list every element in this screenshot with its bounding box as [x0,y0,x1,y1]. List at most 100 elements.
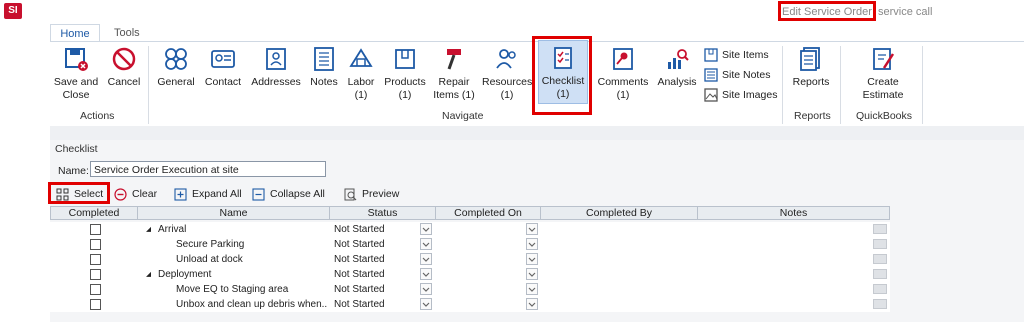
reports-icon [800,47,820,71]
tab-tools[interactable]: Tools [114,24,140,42]
completed-on-dropdown[interactable] [526,238,538,250]
status-dropdown-arrow[interactable] [420,298,432,310]
site-items-button[interactable]: Site Items [704,48,769,62]
cancel-label: Cancel [107,76,141,88]
notes-button[interactable]: Notes [306,42,342,89]
repair-items-label: Repair Items (1) [433,76,475,101]
chevron-down-icon [422,242,430,247]
preview-button[interactable]: Preview [344,186,399,202]
products-button[interactable]: Products (1) [382,42,428,102]
completed-checkbox[interactable] [90,269,101,280]
table-row[interactable]: Unbox and clean up debris when... Not Sta… [50,297,890,312]
column-header-completed-on[interactable]: Completed On [435,206,541,220]
contact-button[interactable]: Contact [200,42,246,89]
notes-button[interactable] [873,299,887,309]
completed-on-dropdown[interactable] [526,298,538,310]
column-header-name[interactable]: Name [137,206,330,220]
status-dropdown-arrow[interactable] [420,223,432,235]
collapse-all-button[interactable]: Collapse All [252,186,325,202]
completed-checkbox[interactable] [90,299,101,310]
expand-collapse-icon[interactable]: ◢ [146,267,151,282]
expand-all-button[interactable]: Expand All [174,186,242,202]
status-select[interactable]: Not Started [334,237,418,252]
notes-icon [314,47,334,71]
app-logo: SI [4,3,22,19]
completed-checkbox[interactable] [90,239,101,250]
status-select[interactable]: Not Started [334,252,418,267]
resources-button[interactable]: Resources (1) [482,42,532,102]
create-estimate-button[interactable]: Create Estimate [850,42,916,102]
ribbon: Save and Close Cancel Actions General Co… [50,36,1024,126]
collapse-minus-icon [252,187,265,201]
status-dropdown-arrow[interactable] [420,268,432,280]
chevron-down-icon [422,227,430,232]
site-notes-label: Site Notes [722,69,771,81]
row-name: Unbox and clean up debris when... [176,299,328,310]
ribbon-separator [840,46,841,124]
checklist-name-field[interactable]: Service Order Execution at site [90,161,326,177]
repair-items-button[interactable]: Repair Items (1) [430,42,478,102]
status-dropdown-arrow[interactable] [420,283,432,295]
notes-button[interactable] [873,224,887,234]
table-row[interactable]: ◢ Deployment Not Started [50,267,890,282]
labor-button[interactable]: Labor (1) [344,42,378,102]
analysis-label: Analysis [657,76,697,88]
reports-button[interactable]: Reports [788,42,834,89]
notes-button[interactable] [873,254,887,264]
clear-button[interactable]: Clear [114,186,157,202]
ribbon-separator [782,46,783,124]
site-images-button[interactable]: Site Images [704,88,777,102]
section-title: Checklist [55,143,98,155]
status-dropdown-arrow[interactable] [420,238,432,250]
products-icon [395,49,415,69]
highlight-box-title [778,1,876,21]
general-icon [165,48,187,70]
expand-all-label: Expand All [192,188,242,200]
table-row[interactable]: Move EQ to Staging area Not Started [50,282,890,297]
column-header-status[interactable]: Status [329,206,436,220]
addresses-button[interactable]: Addresses [250,42,302,89]
status-select[interactable]: Not Started [334,267,418,282]
general-label: General [157,76,195,88]
expand-plus-icon [174,187,187,201]
resources-label: Resources (1) [482,76,533,101]
contact-card-icon [211,50,235,68]
addresses-label: Addresses [251,76,301,88]
status-dropdown-arrow[interactable] [420,253,432,265]
notes-button[interactable] [873,269,887,279]
chevron-down-icon [528,257,536,262]
comments-button[interactable]: Comments (1) [596,42,650,102]
cancel-button[interactable]: Cancel [104,42,144,89]
general-button[interactable]: General [154,42,198,89]
create-estimate-label: Create Estimate [862,76,904,101]
group-label-navigate: Navigate [442,110,484,122]
completed-on-dropdown[interactable] [526,283,538,295]
save-and-close-button[interactable]: Save and Close [52,42,100,102]
notes-button[interactable] [873,284,887,294]
column-header-completed-by[interactable]: Completed By [540,206,698,220]
status-select[interactable]: Not Started [334,222,418,237]
analysis-button[interactable]: Analysis [654,42,700,89]
completed-checkbox[interactable] [90,284,101,295]
ribbon-separator [922,46,923,124]
chevron-down-icon [528,242,536,247]
status-select[interactable]: Not Started [334,297,418,312]
column-header-completed[interactable]: Completed [50,206,138,220]
table-row[interactable]: ◢ Arrival Not Started [50,222,890,237]
status-select[interactable]: Not Started [334,282,418,297]
preview-label: Preview [362,188,400,200]
completed-checkbox[interactable] [90,254,101,265]
site-images-label: Site Images [722,89,778,101]
expand-collapse-icon[interactable]: ◢ [146,222,151,237]
row-name: Secure Parking [176,239,245,250]
column-header-notes[interactable]: Notes [697,206,890,220]
table-row[interactable]: Unload at dock Not Started [50,252,890,267]
table-row[interactable]: Secure Parking Not Started [50,237,890,252]
site-notes-button[interactable]: Site Notes [704,68,770,82]
completed-on-dropdown[interactable] [526,268,538,280]
notes-button[interactable] [873,239,887,249]
completed-on-dropdown[interactable] [526,223,538,235]
completed-checkbox[interactable] [90,224,101,235]
completed-on-dropdown[interactable] [526,253,538,265]
hammer-icon [447,49,461,70]
